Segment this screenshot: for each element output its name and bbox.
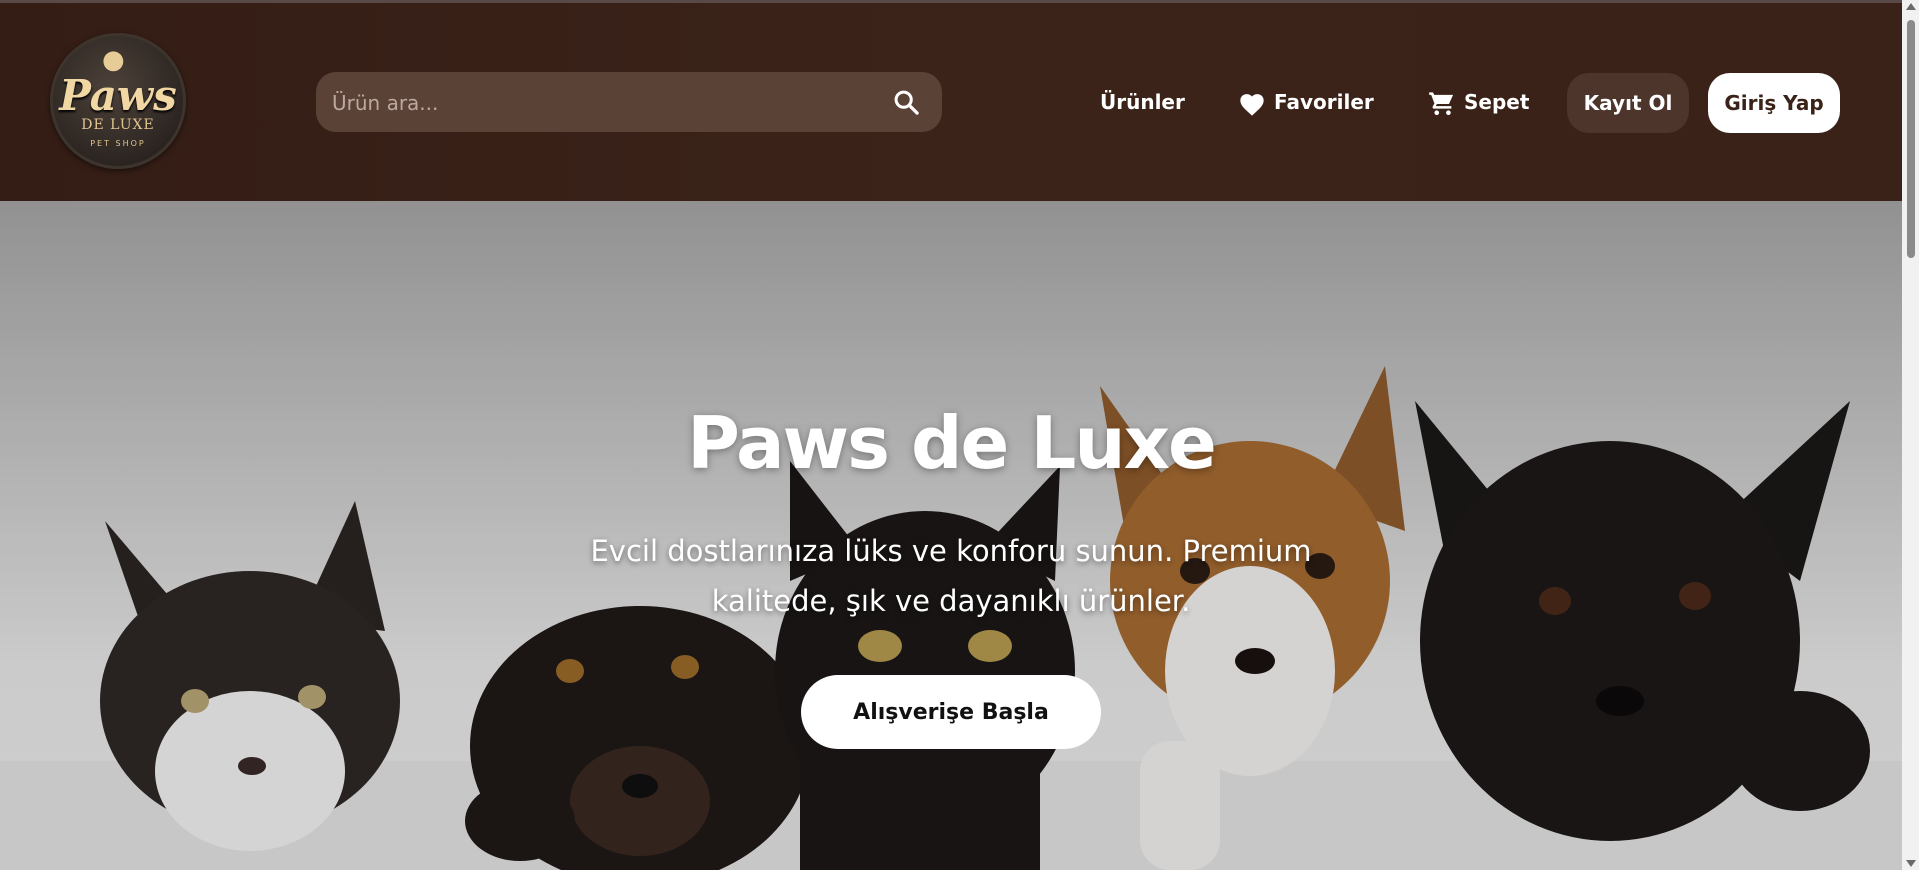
page-scrollbar[interactable] xyxy=(1902,0,1919,870)
nav-favorites-label: Favoriler xyxy=(1274,90,1374,114)
cart-icon xyxy=(1429,91,1454,115)
search-bar xyxy=(316,72,942,134)
heart-icon xyxy=(1240,93,1264,116)
register-button[interactable]: Kayıt Ol xyxy=(1567,73,1689,133)
hero-banner: Paws de Luxe Evcil dostlarınıza lüks ve … xyxy=(0,201,1902,870)
nav-cart-link[interactable]: Sepet xyxy=(1428,86,1529,118)
hero-title: Paws de Luxe xyxy=(687,401,1217,485)
scrollbar-thumb[interactable] xyxy=(1907,20,1915,258)
search-icon[interactable] xyxy=(892,88,920,116)
nav-products-link[interactable]: Ürünler xyxy=(1100,86,1185,118)
logo-tagline: PET SHOP xyxy=(90,139,146,148)
scroll-up-arrow[interactable] xyxy=(1906,3,1916,10)
site-header: ● Paws DE LUXE PET SHOP Ürünler Favorile… xyxy=(0,3,1902,201)
nav-products-label: Ürünler xyxy=(1100,90,1185,114)
hero-subtitle: Evcil dostlarınıza lüks ve konforu sunun… xyxy=(590,534,1312,618)
logo-subtext: DE LUXE xyxy=(81,117,155,133)
nav-cart-label: Sepet xyxy=(1464,90,1530,114)
nav-favorites-link[interactable]: Favoriler xyxy=(1238,86,1374,118)
brand-logo[interactable]: ● Paws DE LUXE PET SHOP xyxy=(50,33,186,169)
logo-text: Paws xyxy=(59,71,177,120)
scroll-down-arrow[interactable] xyxy=(1906,860,1916,867)
search-input[interactable] xyxy=(330,72,874,134)
login-button[interactable]: Giriş Yap xyxy=(1708,73,1840,133)
start-shopping-button[interactable]: Alışverişe Başla xyxy=(801,675,1101,749)
